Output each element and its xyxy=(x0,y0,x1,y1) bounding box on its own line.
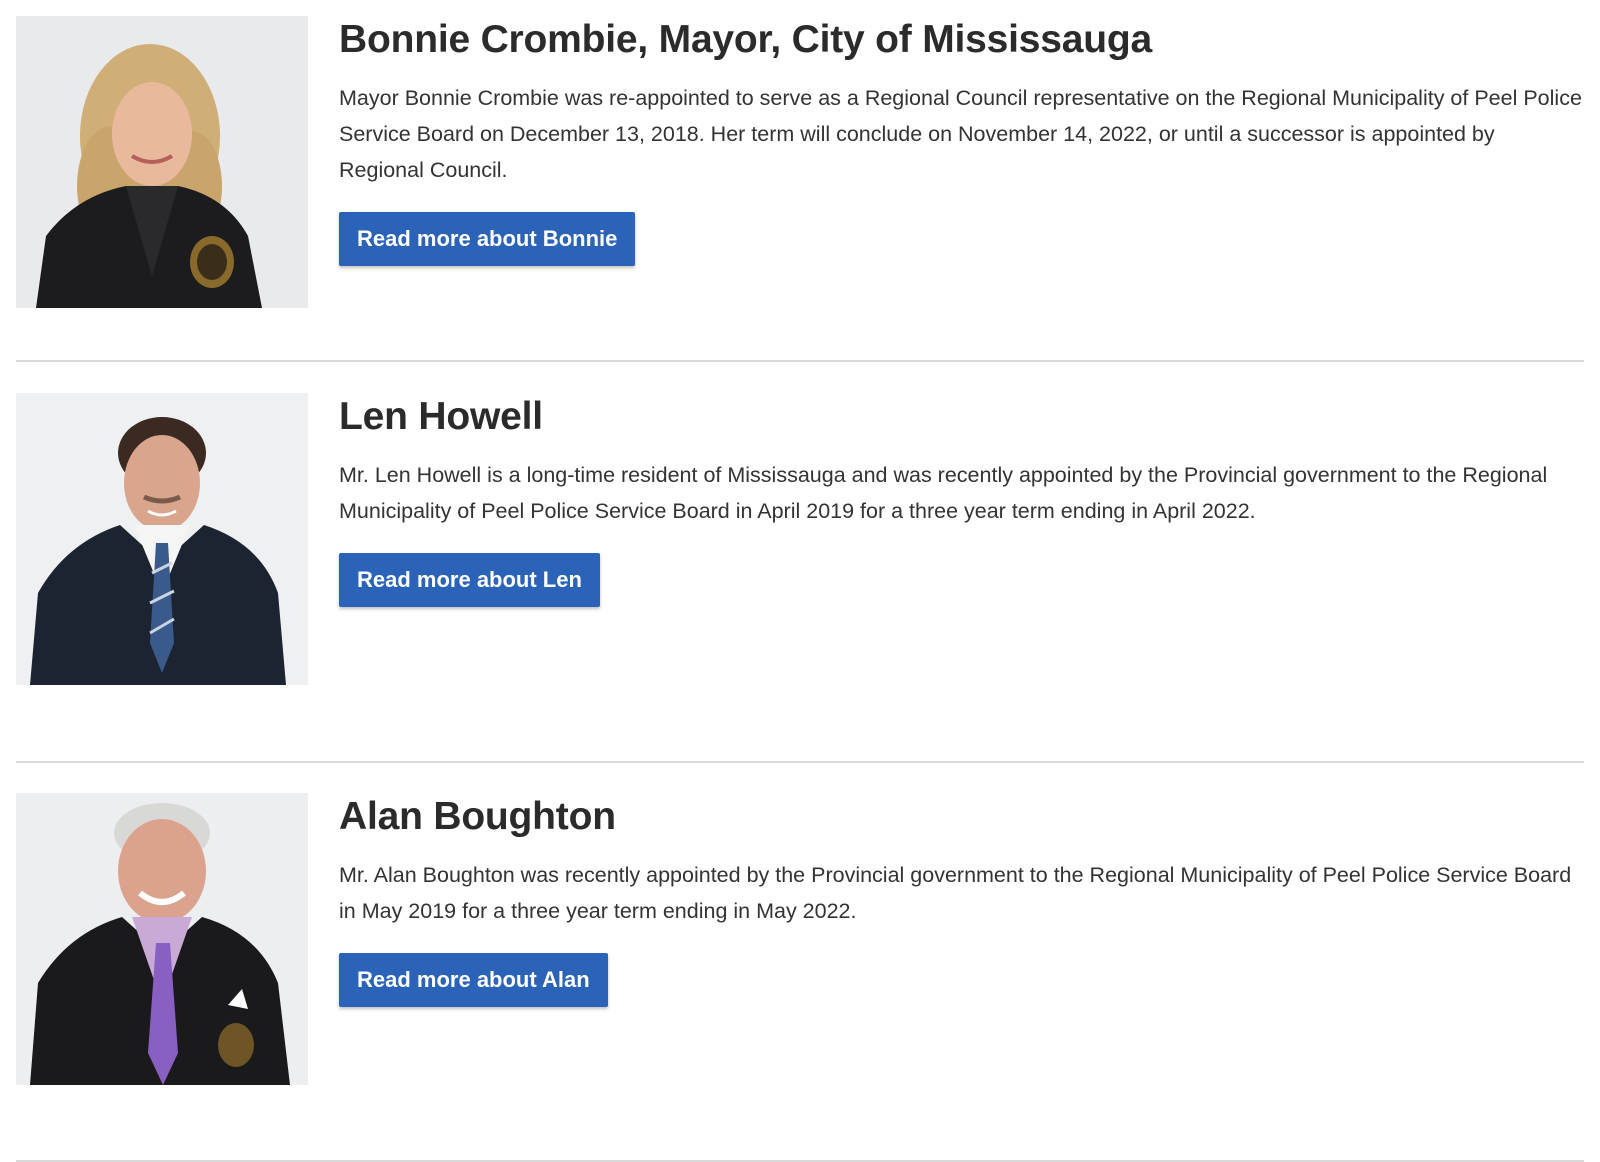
portrait-image xyxy=(16,793,308,1085)
member-photo xyxy=(16,16,308,308)
member-name: Alan Boughton xyxy=(339,795,616,838)
board-member-list: Bonnie Crombie, Mayor, City of Mississau… xyxy=(0,0,1600,1162)
member-bio: Mayor Bonnie Crombie was re-appointed to… xyxy=(339,86,1582,182)
member-info: Alan Boughton Mr. Alan Boughton was rece… xyxy=(339,793,1584,1007)
member-name: Len Howell xyxy=(339,395,543,438)
member-photo xyxy=(16,793,308,1085)
divider xyxy=(16,761,1584,763)
portrait-image xyxy=(16,393,308,685)
member-card: Bonnie Crombie, Mayor, City of Mississau… xyxy=(16,16,1584,308)
member-name: Bonnie Crombie, Mayor, City of Mississau… xyxy=(339,18,1152,61)
portrait-image xyxy=(16,16,308,308)
member-info: Len Howell Mr. Len Howell is a long-time… xyxy=(339,393,1584,607)
member-card: Len Howell Mr. Len Howell is a long-time… xyxy=(16,393,1584,685)
member-bio: Mr. Alan Boughton was recently appointed… xyxy=(339,863,1572,923)
member-info: Bonnie Crombie, Mayor, City of Mississau… xyxy=(339,16,1584,266)
member-card: Alan Boughton Mr. Alan Boughton was rece… xyxy=(16,793,1584,1085)
divider xyxy=(16,360,1584,362)
member-photo xyxy=(16,393,308,685)
member-bio: Mr. Len Howell is a long-time resident o… xyxy=(339,463,1548,523)
read-more-len-button[interactable]: Read more about Len xyxy=(339,553,600,607)
read-more-alan-button[interactable]: Read more about Alan xyxy=(339,953,608,1007)
read-more-bonnie-button[interactable]: Read more about Bonnie xyxy=(339,212,636,266)
